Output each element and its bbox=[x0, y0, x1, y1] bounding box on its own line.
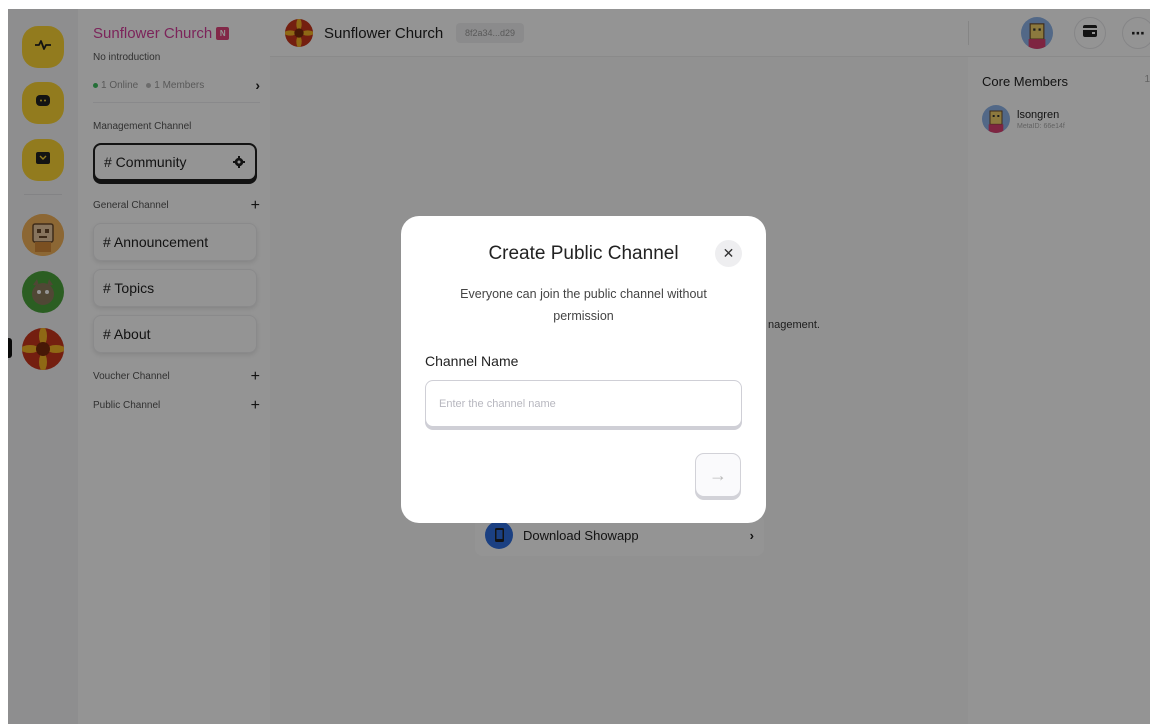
channel-name-input[interactable] bbox=[425, 380, 742, 427]
app-window: Sunflower Church N No introduction 1 Onl… bbox=[8, 9, 1150, 724]
dialog-description: Everyone can join the public channel wit… bbox=[460, 287, 707, 323]
channel-name-label: Channel Name bbox=[425, 353, 519, 369]
close-button[interactable]: ✕ bbox=[715, 240, 742, 267]
dialog-title: Create Public Channel bbox=[488, 243, 679, 264]
close-icon: ✕ bbox=[722, 245, 735, 261]
arrow-right-icon: → bbox=[709, 464, 727, 485]
submit-button[interactable]: → bbox=[695, 453, 741, 497]
create-channel-dialog: Create Public Channel ✕ Everyone can joi… bbox=[401, 216, 766, 523]
